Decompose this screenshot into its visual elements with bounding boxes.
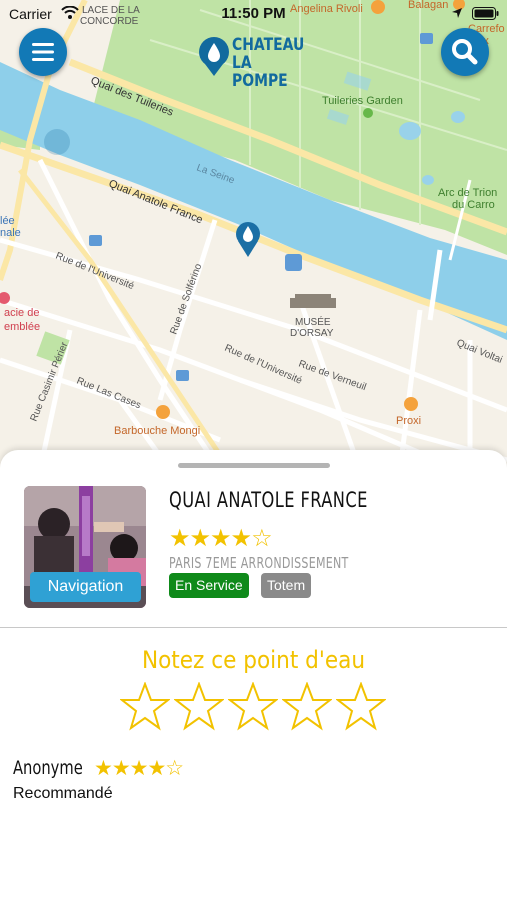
map-label: nale [0,227,21,239]
app-logo: CHATEAU LA POMPE [198,30,318,90]
water-point-title: QUAI ANATOLE FRANCE [169,488,368,512]
map-label: lée [0,215,15,227]
status-bar: Carrier 11:50 PM [0,0,507,28]
battery-icon [472,7,499,20]
rate-star-3[interactable] [228,682,278,732]
status-time: 11:50 PM [221,5,286,22]
menu-icon [32,43,54,61]
search-button[interactable] [441,28,489,76]
map-label: Barbouche Mongi [114,425,200,437]
rate-heading: Notez ce point d'eau [141,646,366,674]
map-label: D'ORSAY [290,328,334,339]
sheet-drag-handle[interactable] [178,463,330,468]
map-label: Tuileries Garden [322,95,403,107]
rating-input [120,682,390,732]
location-arrow-icon [452,8,462,18]
rate-star-1[interactable] [120,682,170,732]
water-drop-icon [199,37,229,76]
map-label: Arc de Trion [438,187,497,199]
type-badge: Totem [261,573,312,598]
detail-sheet: Navigation QUAI ANATOLE FRANCE ★★★★☆ PAR… [0,450,507,900]
brand-name-line1: CHATEAU [232,35,305,55]
map-label: acie de [4,307,39,319]
rate-star-5[interactable] [336,682,386,732]
map-label: MUSÉE [295,315,331,328]
map-label: Proxi [396,415,421,427]
review-text: Recommandé [13,785,113,802]
rate-star-4[interactable] [282,682,332,732]
water-point-location: PARIS 7EME ARRONDISSEMENT [169,554,349,572]
section-divider [0,627,507,628]
menu-button[interactable] [19,28,67,76]
map-label: du Carro [452,199,495,211]
review-rating: ★★★★☆ [94,756,184,780]
navigation-button[interactable]: Navigation [30,572,141,602]
map-label: emblée [4,321,40,333]
search-icon [452,39,478,65]
status-badge: En Service [169,573,249,598]
review-author: Anonyme [13,757,83,779]
brand-name-line2: LA POMPE [232,53,288,91]
rate-star-2[interactable] [174,682,224,732]
water-point-rating: ★★★★☆ [169,524,273,552]
